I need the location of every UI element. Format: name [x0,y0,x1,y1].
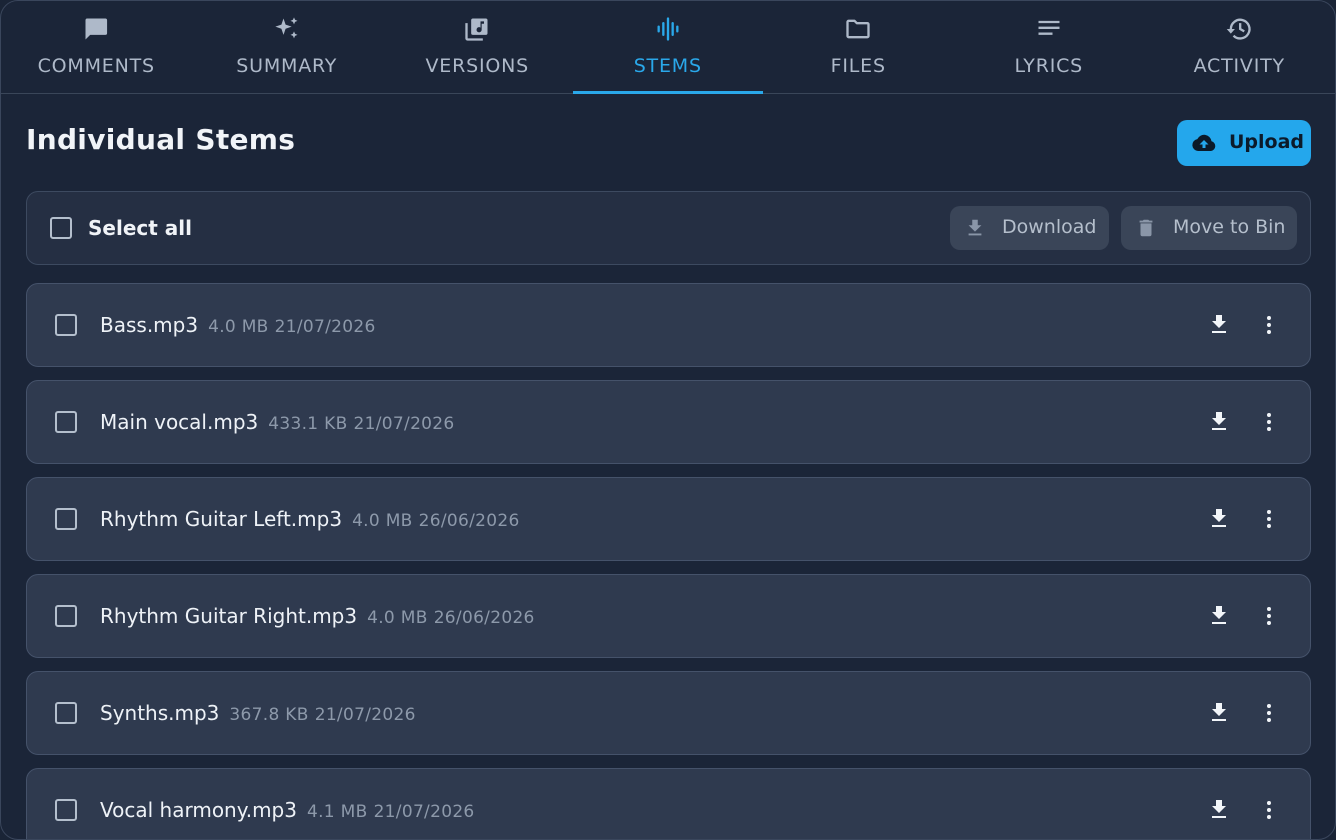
trash-icon [1139,219,1153,237]
download-label: Download [1002,216,1097,238]
stem-name: Bass.mp3 4.0 MB 21/07/2026 [100,313,376,337]
more-vertical-icon[interactable] [1257,701,1281,725]
stem-size: 4.0 MB [208,317,269,337]
stem-row[interactable]: Main vocal.mp3 433.1 KB 21/07/2026 [26,380,1311,464]
more-vertical-icon[interactable] [1257,798,1281,822]
more-vertical-icon[interactable] [1257,313,1281,337]
library-music-icon [465,18,488,41]
stem-size: 433.1 KB [268,414,348,434]
more-vertical-icon[interactable] [1257,410,1281,434]
upload-label: Upload [1229,131,1305,153]
stem-name: Rhythm Guitar Left.mp3 4.0 MB 26/06/2026 [100,507,520,531]
tab-label: STEMS [633,55,702,77]
download-icon[interactable] [1207,603,1231,629]
stem-row[interactable]: Synths.mp3 367.8 KB 21/07/2026 [26,671,1311,755]
stem-name: Vocal harmony.mp3 4.1 MB 21/07/2026 [100,798,475,822]
tab-label: ACTIVITY [1193,55,1285,77]
stem-checkbox[interactable] [55,799,77,821]
stem-filename: Rhythm Guitar Left.mp3 [100,507,343,531]
stem-size: 4.0 MB [367,608,428,628]
tab-label: VERSIONS [425,55,529,77]
stem-filename: Vocal harmony.mp3 [100,798,297,822]
tab-lyrics[interactable]: LYRICS [954,1,1145,93]
stem-filename: Synths.mp3 [100,701,220,725]
page-title: Individual Stems [26,123,296,156]
download-icon[interactable] [1207,409,1231,435]
stem-checkbox[interactable] [55,411,77,433]
tab-files[interactable]: FILES [763,1,954,93]
lines-icon [1038,20,1060,35]
more-vertical-icon[interactable] [1257,604,1281,628]
stem-filename: Bass.mp3 [100,313,199,337]
tab-summary[interactable]: SUMMARY [192,1,383,93]
stem-size: 4.0 MB [352,511,413,531]
move-to-bin-button[interactable]: Move to Bin [1121,206,1297,250]
tab-underline [572,91,763,94]
tab-bar: COMMENTS SUMMARY VERSIONS STEMS FILES LY… [1,1,1335,94]
stem-filename: Rhythm Guitar Right.mp3 [100,604,358,628]
stem-date: 21/07/2026 [353,414,455,434]
stem-checkbox[interactable] [55,605,77,627]
stem-date: 21/07/2026 [373,802,475,822]
waveform-icon [657,17,679,41]
download-icon[interactable] [1207,700,1231,726]
tab-comments[interactable]: COMMENTS [1,1,192,93]
upload-button[interactable]: Upload [1177,120,1311,166]
tab-label: COMMENTS [37,55,155,77]
stem-date: 26/06/2026 [433,608,535,628]
stem-size: 367.8 KB [229,705,309,725]
stem-checkbox[interactable] [55,314,77,336]
select-all-checkbox[interactable] [50,217,72,239]
download-icon [968,219,982,236]
select-all-label: Select all [88,216,192,240]
stem-checkbox[interactable] [55,508,77,530]
download-icon[interactable] [1207,312,1231,338]
stem-checkbox[interactable] [55,702,77,724]
history-icon [1227,18,1251,40]
comment-icon [85,18,108,40]
cloud-upload-icon [1192,134,1216,151]
stem-size: 4.1 MB [306,802,368,822]
tab-label: LYRICS [1014,55,1084,77]
folder-icon [846,19,870,39]
move-to-bin-label: Move to Bin [1173,216,1286,238]
tab-activity[interactable]: ACTIVITY [1144,1,1335,93]
download-selected-button[interactable]: Download [950,206,1109,250]
stem-filename: Main vocal.mp3 [100,410,259,434]
app-window: COMMENTS SUMMARY VERSIONS STEMS FILES LY… [0,0,1336,840]
tab-versions[interactable]: VERSIONS [382,1,573,93]
stem-date: 26/06/2026 [418,511,520,531]
download-icon[interactable] [1207,797,1231,823]
tab-label: FILES [830,55,886,77]
sparkle-icon [275,17,298,39]
more-vertical-icon[interactable] [1257,507,1281,531]
stem-row[interactable]: Vocal harmony.mp3 4.1 MB 21/07/2026 [26,768,1311,839]
stem-row[interactable]: Rhythm Guitar Left.mp3 4.0 MB 26/06/2026 [26,477,1311,561]
download-icon[interactable] [1207,506,1231,532]
tab-label: SUMMARY [236,55,338,77]
stem-date: 21/07/2026 [274,317,376,337]
tab-stems[interactable]: STEMS [572,1,763,94]
stem-name: Rhythm Guitar Right.mp3 4.0 MB 26/06/2026 [100,604,535,628]
stem-name: Main vocal.mp3 433.1 KB 21/07/2026 [100,410,455,434]
stem-row[interactable]: Rhythm Guitar Right.mp3 4.0 MB 26/06/2026 [26,574,1311,658]
selection-toolbar: Select all Download Move to Bin [26,191,1311,265]
stem-name: Synths.mp3 367.8 KB 21/07/2026 [100,701,416,725]
stem-date: 21/07/2026 [314,705,416,725]
stem-row[interactable]: Bass.mp3 4.0 MB 21/07/2026 [26,283,1311,367]
